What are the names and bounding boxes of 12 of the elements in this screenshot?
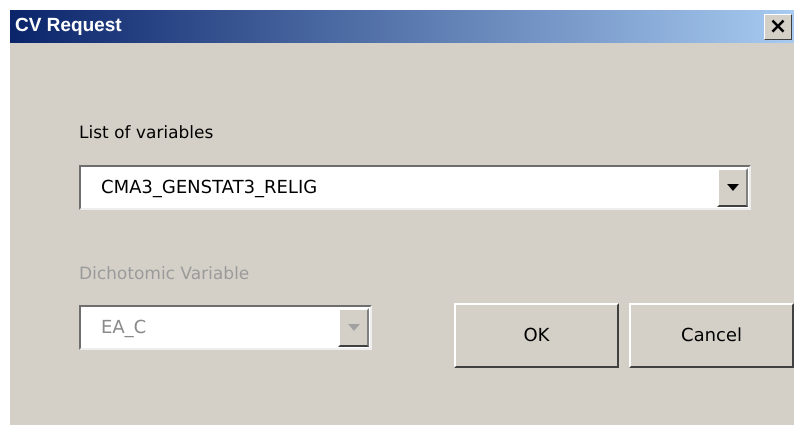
field-label: List of variables <box>79 122 214 145</box>
dropdown-arrow-button[interactable] <box>717 168 748 206</box>
window-title: CV Request <box>15 14 122 38</box>
field-label: Dichotomic Variable <box>79 262 250 286</box>
dialog-button[interactable]: Cancel <box>629 303 794 368</box>
dropdown-value: CMA3_GENSTAT3_RELIG <box>100 176 318 200</box>
dropdown[interactable]: CMA3_GENSTAT3_RELIG <box>79 164 751 210</box>
dialog-button[interactable]: OK <box>454 303 619 368</box>
caret-down-icon <box>348 324 360 331</box>
close-button[interactable]: × <box>764 14 792 40</box>
caret-down-icon <box>726 184 738 190</box>
dropdown-value: EA_C <box>100 316 148 340</box>
